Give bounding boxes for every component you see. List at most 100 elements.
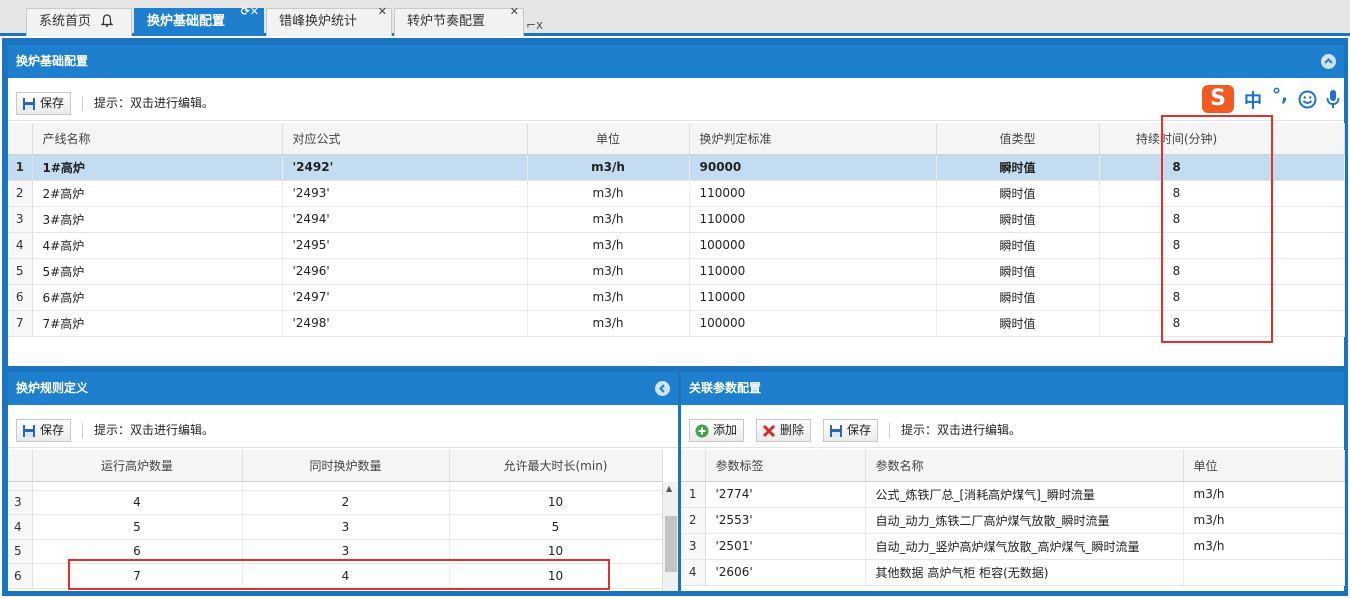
- tab-home[interactable]: 系统首页: [26, 8, 132, 36]
- table-cell[interactable]: '2492': [282, 154, 528, 181]
- table-cell[interactable]: 瞬时值: [936, 258, 1100, 285]
- table-cell[interactable]: 10: [449, 490, 663, 515]
- table-row[interactable]: 3'2501' 自动_动力_竖炉高炉煤气放散_高炉煤气_瞬时流量 m3/h: [681, 533, 1345, 560]
- table-cell[interactable]: m3/h: [1183, 533, 1345, 560]
- table-cell[interactable]: '2493': [282, 180, 528, 207]
- table-cell[interactable]: m3/h: [527, 310, 690, 337]
- table-row[interactable]: 4'2606' 其他数据 高炉气柜 柜容(无数据): [681, 559, 1345, 586]
- table-cell[interactable]: '2498': [282, 310, 528, 337]
- table-cell[interactable]: '2497': [282, 284, 528, 311]
- table-row[interactable]: 5 5#高炉 '2496' m3/h 110000 瞬时值 8: [8, 258, 1345, 285]
- table-cell[interactable]: 4: [32, 490, 243, 515]
- table-cell[interactable]: 2: [242, 490, 450, 515]
- ime-punctuation[interactable]: °,: [1272, 85, 1288, 106]
- table-cell[interactable]: '2606': [705, 559, 866, 586]
- table-row[interactable]: 1 1#高炉 '2492' m3/h 90000 瞬时值 8: [8, 154, 1345, 181]
- table-cell[interactable]: 5: [449, 514, 663, 540]
- column-header[interactable]: 同时换炉数量: [242, 450, 450, 482]
- table-cell[interactable]: 100000: [689, 232, 937, 259]
- save-button[interactable]: 保存: [16, 419, 72, 442]
- table-cell[interactable]: m3/h: [527, 206, 690, 233]
- table-cell[interactable]: 110000: [689, 258, 937, 285]
- table-cell[interactable]: m3/h: [1183, 481, 1345, 508]
- close-icon[interactable]: ✕: [510, 5, 519, 19]
- column-header[interactable]: 单位: [527, 123, 690, 155]
- tab-peak-stats[interactable]: 错峰换炉统计 ✕: [266, 5, 392, 36]
- table-cell[interactable]: 90000: [689, 154, 937, 181]
- table-cell[interactable]: 瞬时值: [936, 154, 1100, 181]
- ime-language[interactable]: 中: [1244, 87, 1262, 113]
- table-row[interactable]: 6 6#高炉 '2497' m3/h 110000 瞬时值 8: [8, 284, 1345, 311]
- table-cell[interactable]: [1183, 559, 1345, 586]
- table-cell[interactable]: '2496': [282, 258, 528, 285]
- column-header[interactable]: 换炉判定标准: [689, 123, 937, 155]
- table-cell[interactable]: 瞬时值: [936, 232, 1100, 259]
- table-row[interactable]: 2 2#高炉 '2493' m3/h 110000 瞬时值 8: [8, 180, 1345, 207]
- collapse-left-icon[interactable]: [655, 381, 670, 396]
- emoji-icon[interactable]: [1298, 90, 1317, 109]
- table-cell[interactable]: 5#高炉: [32, 258, 283, 285]
- table-cell[interactable]: 110000: [689, 180, 937, 207]
- column-header[interactable]: 参数标签: [705, 450, 866, 482]
- tab-converter-rhythm[interactable]: 转炉节奏配置 ✕: [394, 5, 524, 36]
- table-cell[interactable]: '2774': [705, 481, 866, 508]
- scroll-thumb[interactable]: [665, 516, 677, 572]
- table-cell[interactable]: m3/h: [527, 284, 690, 311]
- column-header[interactable]: 值类型: [936, 123, 1100, 155]
- table-row[interactable]: 4535: [8, 514, 663, 540]
- table-row[interactable]: 7 7#高炉 '2498' m3/h 100000 瞬时值 8: [8, 310, 1345, 337]
- table-cell[interactable]: 自动_动力_炼铁二厂高炉煤气放散_瞬时流量: [865, 507, 1184, 534]
- table-cell[interactable]: m3/h: [527, 180, 690, 207]
- table-cell[interactable]: '2494': [282, 206, 528, 233]
- table-cell[interactable]: 瞬时值: [936, 284, 1100, 311]
- add-button[interactable]: 添加: [689, 419, 745, 442]
- table-cell[interactable]: 5: [32, 514, 243, 540]
- table-cell[interactable]: '2501': [705, 533, 866, 560]
- table-cell[interactable]: 110000: [689, 284, 937, 311]
- table-cell[interactable]: 110000: [689, 206, 937, 233]
- table-row[interactable]: 4 4#高炉 '2495' m3/h 100000 瞬时值 8: [8, 232, 1345, 259]
- table-cell[interactable]: m3/h: [527, 232, 690, 259]
- tab-furnace-config[interactable]: 换炉基础配置 ⟳✕: [134, 5, 264, 36]
- table-cell[interactable]: 3#高炉: [32, 206, 283, 233]
- table-cell[interactable]: 瞬时值: [936, 310, 1100, 337]
- column-header[interactable]: 参数名称: [865, 450, 1184, 482]
- table-cell[interactable]: 自动_动力_竖炉高炉煤气放散_高炉煤气_瞬时流量: [865, 533, 1184, 560]
- refresh-close-icon[interactable]: ⟳✕: [241, 5, 259, 19]
- collapse-up-icon[interactable]: [1321, 54, 1336, 69]
- table-cell[interactable]: '2553': [705, 507, 866, 534]
- save-button[interactable]: 保存: [823, 419, 879, 442]
- table-cell[interactable]: m3/h: [527, 154, 690, 181]
- column-header[interactable]: 单位: [1183, 450, 1345, 482]
- table-cell[interactable]: m3/h: [527, 258, 690, 285]
- scrollbar[interactable]: ▲: [662, 482, 678, 591]
- table-cell[interactable]: 2#高炉: [32, 180, 283, 207]
- scroll-up-icon[interactable]: ▲: [666, 484, 672, 493]
- close-all-icon[interactable]: ⌐x: [526, 18, 543, 32]
- table-cell[interactable]: 其他数据 高炉气柜 柜容(无数据): [865, 559, 1184, 586]
- table-cell[interactable]: 公式_炼铁厂总_[消耗高炉煤气]_瞬时流量: [865, 481, 1184, 508]
- table-cell[interactable]: 3: [242, 514, 450, 540]
- save-button[interactable]: 保存: [16, 92, 72, 115]
- table-cell[interactable]: 4#高炉: [32, 232, 283, 259]
- table-cell[interactable]: 6#高炉: [32, 284, 283, 311]
- table-cell[interactable]: 100000: [689, 310, 937, 337]
- microphone-icon[interactable]: [1326, 89, 1340, 110]
- ime-logo[interactable]: S: [1202, 85, 1234, 113]
- table-cell[interactable]: 瞬时值: [936, 180, 1100, 207]
- table-row[interactable]: 3 4 2 10: [8, 490, 663, 515]
- table-cell[interactable]: m3/h: [1183, 507, 1345, 534]
- delete-button[interactable]: 删除: [756, 419, 812, 442]
- table-row[interactable]: 1'2774' 公式_炼铁厂总_[消耗高炉煤气]_瞬时流量 m3/h: [681, 481, 1345, 508]
- table-row[interactable]: 3 3#高炉 '2494' m3/h 110000 瞬时值 8: [8, 206, 1345, 233]
- table-cell[interactable]: 瞬时值: [936, 206, 1100, 233]
- table-cell[interactable]: 1#高炉: [32, 154, 283, 181]
- close-icon[interactable]: ✕: [378, 5, 387, 19]
- column-header[interactable]: 允许最大时长(min): [449, 450, 663, 482]
- table-cell[interactable]: '2495': [282, 232, 528, 259]
- table-row[interactable]: 2'2553' 自动_动力_炼铁二厂高炉煤气放散_瞬时流量 m3/h: [681, 507, 1345, 534]
- table-cell[interactable]: 7#高炉: [32, 310, 283, 337]
- column-header[interactable]: 运行高炉数量: [32, 450, 243, 482]
- column-header[interactable]: 产线名称: [32, 123, 283, 155]
- column-header[interactable]: 对应公式: [282, 123, 528, 155]
